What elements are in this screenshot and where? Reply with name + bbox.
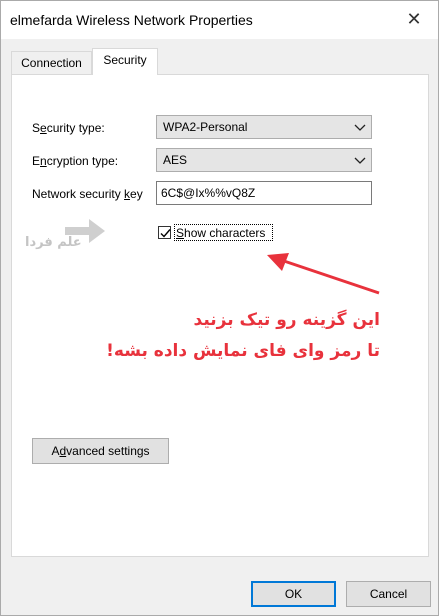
arrow-icon: [65, 219, 105, 243]
ok-button[interactable]: OK: [251, 581, 336, 607]
show-characters-checkbox[interactable]: [158, 226, 171, 239]
security-type-value: WPA2-Personal: [163, 120, 248, 134]
tab-security[interactable]: Security: [92, 48, 158, 75]
annotation-line-1: این گزینه رو تیک بزنید: [193, 310, 380, 330]
cancel-button[interactable]: Cancel: [346, 581, 431, 607]
annotation-line-2: تا رمز وای فای نمایش داده بشه!: [106, 341, 380, 361]
security-type-label: Security type:: [32, 121, 105, 135]
title-bar: elmefarda Wireless Network Properties ✕: [1, 1, 438, 39]
watermark-logo: علم فردا: [25, 215, 105, 257]
encryption-type-select[interactable]: AES: [156, 148, 372, 172]
checkmark-icon: [160, 229, 171, 238]
tab-connection[interactable]: Connection: [11, 51, 92, 75]
security-type-select[interactable]: WPA2-Personal: [156, 115, 372, 139]
annotation-arrow-icon: [267, 253, 380, 295]
show-characters-label[interactable]: Show characters: [176, 226, 265, 240]
network-key-label: Network security key: [32, 187, 143, 201]
properties-dialog: elmefarda Wireless Network Properties ✕ …: [0, 0, 439, 616]
encryption-type-label: Encryption type:: [32, 154, 119, 168]
close-icon[interactable]: ✕: [402, 7, 426, 31]
chevron-down-icon: [354, 124, 366, 131]
network-key-field[interactable]: 6C$@Ix%%vQ8Z: [156, 181, 372, 205]
chevron-down-icon: [354, 157, 366, 164]
encryption-type-value: AES: [163, 153, 188, 167]
window-title: elmefarda Wireless Network Properties: [10, 12, 253, 28]
advanced-settings-button[interactable]: Advanced settings: [32, 438, 169, 464]
